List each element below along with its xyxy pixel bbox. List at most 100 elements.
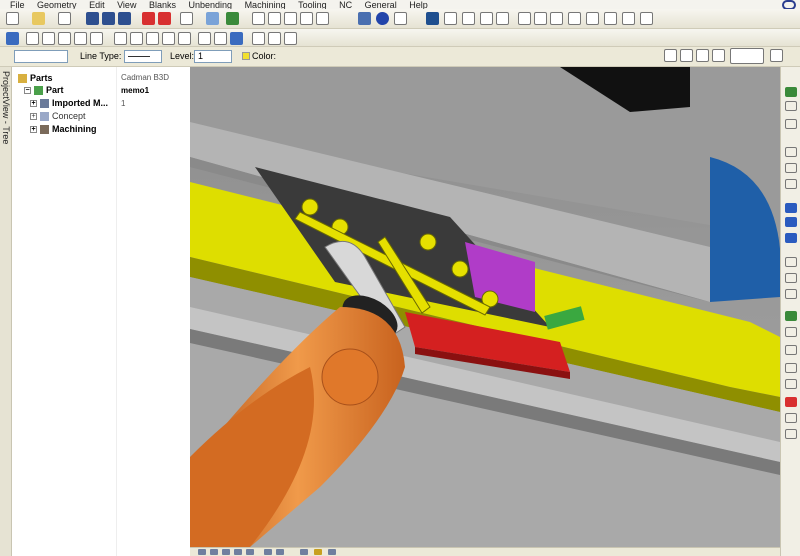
tree-item-parts[interactable]: Parts bbox=[18, 73, 53, 84]
arrow-icon[interactable] bbox=[622, 12, 635, 25]
expand-icon[interactable]: + bbox=[30, 113, 37, 121]
help-icon[interactable] bbox=[770, 49, 783, 62]
right-tool-17-icon[interactable] bbox=[785, 379, 797, 389]
import-icon[interactable] bbox=[58, 12, 71, 25]
rotate-icon[interactable] bbox=[114, 32, 127, 45]
tree-item-concept[interactable]: + Concept bbox=[30, 111, 86, 122]
right-tool-2-icon[interactable] bbox=[785, 101, 797, 111]
right-tool-15-icon[interactable] bbox=[785, 345, 797, 355]
style-edit-icon[interactable] bbox=[664, 49, 677, 62]
menu-general[interactable]: General bbox=[365, 1, 397, 10]
mirror-icon[interactable] bbox=[284, 32, 297, 45]
shade-icon[interactable] bbox=[198, 32, 211, 45]
pointer-icon[interactable] bbox=[496, 12, 509, 25]
right-tool-1-icon[interactable] bbox=[785, 87, 797, 97]
bend-up-icon[interactable] bbox=[518, 12, 531, 25]
right-tool-20-icon[interactable] bbox=[785, 429, 797, 439]
view-front-icon[interactable] bbox=[26, 32, 39, 45]
zoom-out-icon[interactable] bbox=[162, 32, 175, 45]
bend-down-icon[interactable] bbox=[534, 12, 547, 25]
menu-help[interactable]: Help bbox=[409, 1, 428, 10]
menu-view[interactable]: View bbox=[117, 1, 136, 10]
info-icon[interactable] bbox=[376, 12, 389, 25]
right-tool-12-icon[interactable] bbox=[785, 289, 797, 299]
right-tool-9-icon[interactable] bbox=[785, 233, 797, 243]
right-tool-14-icon[interactable] bbox=[785, 327, 797, 337]
right-tool-13-icon[interactable] bbox=[785, 311, 797, 321]
save-as-icon[interactable] bbox=[102, 12, 115, 25]
settings-icon[interactable] bbox=[300, 549, 308, 555]
measure-icon[interactable] bbox=[206, 12, 219, 25]
menu-blanks[interactable]: Blanks bbox=[149, 1, 176, 10]
save-all-icon[interactable] bbox=[118, 12, 131, 25]
bend-side-icon[interactable] bbox=[550, 12, 563, 25]
new-file-icon[interactable] bbox=[6, 12, 19, 25]
nc-mode-icon[interactable] bbox=[730, 48, 764, 64]
profile-icon[interactable] bbox=[568, 12, 581, 25]
zoom-window-icon[interactable] bbox=[178, 32, 191, 45]
expand-icon[interactable]: + bbox=[30, 126, 37, 134]
table-icon[interactable] bbox=[444, 12, 457, 25]
right-tool-19-icon[interactable] bbox=[785, 413, 797, 423]
right-tool-4-icon[interactable] bbox=[785, 147, 797, 157]
zoom-icon[interactable] bbox=[328, 549, 336, 555]
expand-icon[interactable]: + bbox=[30, 100, 37, 108]
view-iso-icon[interactable] bbox=[74, 32, 87, 45]
level-input[interactable]: 1 bbox=[194, 50, 232, 63]
right-tool-10-icon[interactable] bbox=[785, 257, 797, 267]
right-tool-7-icon[interactable] bbox=[785, 203, 797, 213]
wave-icon[interactable] bbox=[604, 12, 617, 25]
line-icon[interactable] bbox=[252, 12, 265, 25]
cut-icon[interactable] bbox=[158, 12, 171, 25]
right-tool-11-icon[interactable] bbox=[785, 273, 797, 283]
delete-icon[interactable] bbox=[142, 12, 155, 25]
menu-geometry[interactable]: Geometry bbox=[37, 1, 77, 10]
next-frame-icon[interactable] bbox=[234, 549, 242, 555]
right-tool-16-icon[interactable] bbox=[785, 363, 797, 373]
play-icon[interactable] bbox=[222, 549, 230, 555]
dimension-icon[interactable] bbox=[394, 12, 407, 25]
menu-machining[interactable]: Machining bbox=[245, 1, 286, 10]
print-icon[interactable] bbox=[180, 12, 193, 25]
tree-item-imported[interactable]: + Imported M... bbox=[30, 98, 108, 109]
style-icon-3[interactable] bbox=[696, 49, 709, 62]
style-icon-2[interactable] bbox=[680, 49, 693, 62]
right-tool-18-icon[interactable] bbox=[785, 397, 797, 407]
side-panel-tab[interactable]: ProjectView - Tree bbox=[0, 67, 12, 556]
menu-file[interactable]: File bbox=[10, 1, 25, 10]
view-side-icon[interactable] bbox=[58, 32, 71, 45]
pan-icon[interactable] bbox=[130, 32, 143, 45]
menu-edit[interactable]: Edit bbox=[89, 1, 105, 10]
section-icon[interactable] bbox=[268, 32, 281, 45]
right-tool-5-icon[interactable] bbox=[785, 163, 797, 173]
first-frame-icon[interactable] bbox=[198, 549, 206, 555]
3d-viewport[interactable] bbox=[190, 67, 780, 547]
right-tool-6-icon[interactable] bbox=[785, 179, 797, 189]
stop-icon[interactable] bbox=[276, 549, 284, 555]
tree-item-machining[interactable]: + Machining bbox=[30, 124, 97, 135]
last-frame-icon[interactable] bbox=[246, 549, 254, 555]
circle-icon[interactable] bbox=[316, 12, 329, 25]
style-icon-4[interactable] bbox=[712, 49, 725, 62]
flag-icon[interactable] bbox=[480, 12, 493, 25]
collapse-icon[interactable]: − bbox=[24, 87, 31, 95]
right-tool-3-icon[interactable] bbox=[785, 119, 797, 129]
menu-tooling[interactable]: Tooling bbox=[298, 1, 327, 10]
zoom-extents-icon[interactable] bbox=[640, 12, 653, 25]
tree-item-part[interactable]: − Part bbox=[24, 85, 64, 96]
layers-icon[interactable] bbox=[426, 12, 439, 25]
selection-field[interactable] bbox=[14, 50, 68, 63]
camera-icon[interactable] bbox=[314, 549, 322, 555]
hidden-line-icon[interactable] bbox=[252, 32, 265, 45]
cube-icon[interactable] bbox=[6, 32, 19, 45]
wireframe-icon[interactable] bbox=[214, 32, 227, 45]
arc-icon[interactable] bbox=[268, 12, 281, 25]
list-icon[interactable] bbox=[462, 12, 475, 25]
view-back-icon[interactable] bbox=[90, 32, 103, 45]
line-type-select[interactable] bbox=[124, 50, 162, 63]
color-swatch[interactable] bbox=[242, 52, 250, 60]
menu-unbending[interactable]: Unbending bbox=[189, 1, 233, 10]
rect-icon[interactable] bbox=[284, 12, 297, 25]
right-tool-8-icon[interactable] bbox=[785, 217, 797, 227]
menu-nc[interactable]: NC bbox=[339, 1, 352, 10]
